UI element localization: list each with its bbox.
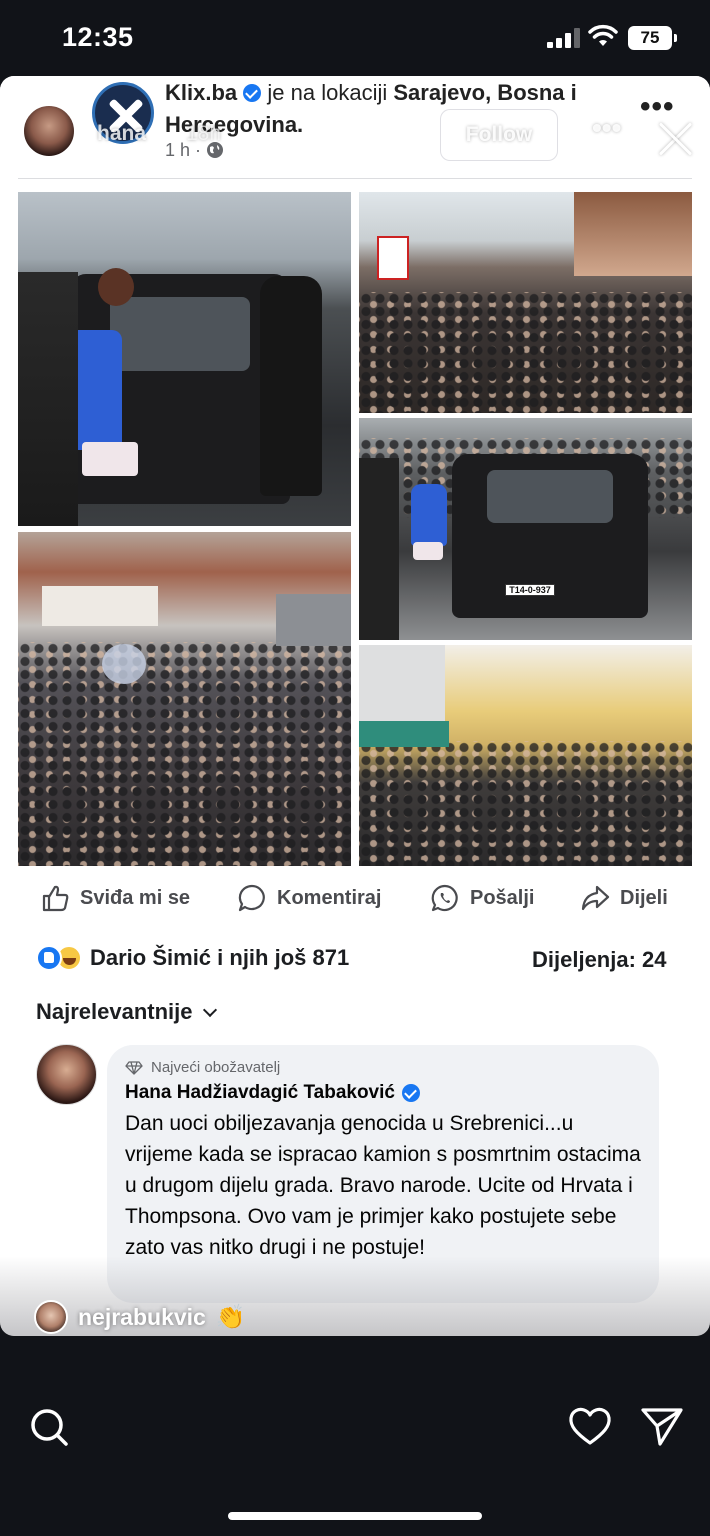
signal-icon [547,28,581,48]
like-button[interactable]: Sviđa mi se [40,872,190,924]
story-mention[interactable]: nejrabukvic 👏 [34,1300,246,1334]
warning-sign [377,236,409,280]
player-shorts [82,442,138,476]
top-fan-badge: Najveći obožavatelj [125,1059,641,1076]
comment-text: Dan uoci obiljezavanja genocida u Srebre… [125,1112,641,1259]
like-reaction-icon [36,945,62,971]
shop-awning [276,594,351,646]
home-indicator[interactable] [228,1512,482,1520]
post-photo-4[interactable] [18,532,351,866]
whatsapp-icon [431,884,458,912]
diamond-icon [125,1060,143,1075]
heart-icon[interactable] [568,1406,612,1446]
green-awning [359,721,449,747]
mention-username: nejrabukvic [78,1303,206,1330]
camera-operator [18,272,78,526]
shares-count[interactable]: Dijeljenja: 24 [532,947,667,973]
send-icon[interactable] [640,1406,684,1448]
crowd [359,292,692,413]
post-photo-2[interactable] [359,192,692,413]
comment-author-avatar[interactable] [36,1044,97,1105]
location-prefix: je na lokaciji [267,80,388,105]
mention-avatar [34,1300,68,1334]
share-button[interactable]: Dijeli [580,872,668,924]
verified-badge-icon [401,1084,420,1102]
story-card[interactable]: Klix.ba je na lokaciji Sarajevo, Bosna i… [0,76,710,1336]
share-label: Dijeli [620,886,668,909]
post-header-divider [18,178,692,179]
post-photo-3[interactable]: T14-0-937 [359,418,692,640]
reactions-summary[interactable]: Dario Šimić i njih još 871 [36,945,349,971]
battery-indicator: 75 [628,26,677,50]
comment-icon [238,884,265,912]
chevron-down-icon [202,1002,217,1017]
post-header-line-1: Klix.ba je na lokaciji Sarajevo, Bosna i [165,80,577,106]
player-head [98,268,134,306]
crowd [359,741,692,866]
story-user-avatar[interactable] [22,104,76,158]
comment-button[interactable]: Komentiraj [237,872,381,924]
reactions-text: Dario Šimić i njih još 871 [90,945,350,970]
page-name[interactable]: Klix.ba [165,80,237,105]
bystander [359,458,399,640]
post-actions: Sviđa mi se Komentiraj Pošalji Dijeli [0,872,710,924]
comment-author[interactable]: Hana Hadžiavdagić Tabaković [125,1082,641,1104]
post-photo-5[interactable] [359,645,692,866]
comment-sort-dropdown[interactable]: Najrelevantnije [36,999,217,1025]
license-plate: T14-0-937 [505,584,555,596]
send-button[interactable]: Pošalji [430,872,534,924]
clapping-emoji: 👏 [215,1303,246,1331]
bodyguard [260,276,322,496]
white-building [359,645,445,721]
shop-awning [42,586,158,626]
status-time: 12:35 [62,22,134,52]
location-line-1[interactable]: Sarajevo, Bosna i [393,80,576,105]
sort-label: Najrelevantnije [36,999,193,1024]
building-roof [574,192,692,276]
follow-button[interactable]: Follow [440,109,558,161]
story-username[interactable]: hana [97,122,146,146]
crowd [18,642,351,866]
comment-author-name: Hana Hadžiavdagić Tabaković [125,1082,395,1103]
top-fan-label: Najveći obožavatelj [151,1059,281,1076]
wifi-icon [588,24,618,46]
share-arrow-icon [581,885,610,911]
more-dots-icon[interactable]: ••• [592,112,621,144]
player-jersey [411,484,447,546]
player-shorts [413,542,443,560]
story-age: 18h [186,122,222,145]
verified-badge-icon [243,84,262,102]
like-label: Sviđa mi se [80,886,191,909]
balloons [102,644,146,684]
comment-label: Komentiraj [277,886,382,909]
thumbs-up-icon [42,885,69,912]
status-bar: 12:35 75 [0,0,710,76]
post-photo-1[interactable] [18,192,351,526]
close-icon[interactable] [658,120,694,156]
search-icon[interactable] [28,1406,70,1448]
send-label: Pošalji [470,886,535,909]
post-more-icon[interactable]: ••• [640,90,675,124]
